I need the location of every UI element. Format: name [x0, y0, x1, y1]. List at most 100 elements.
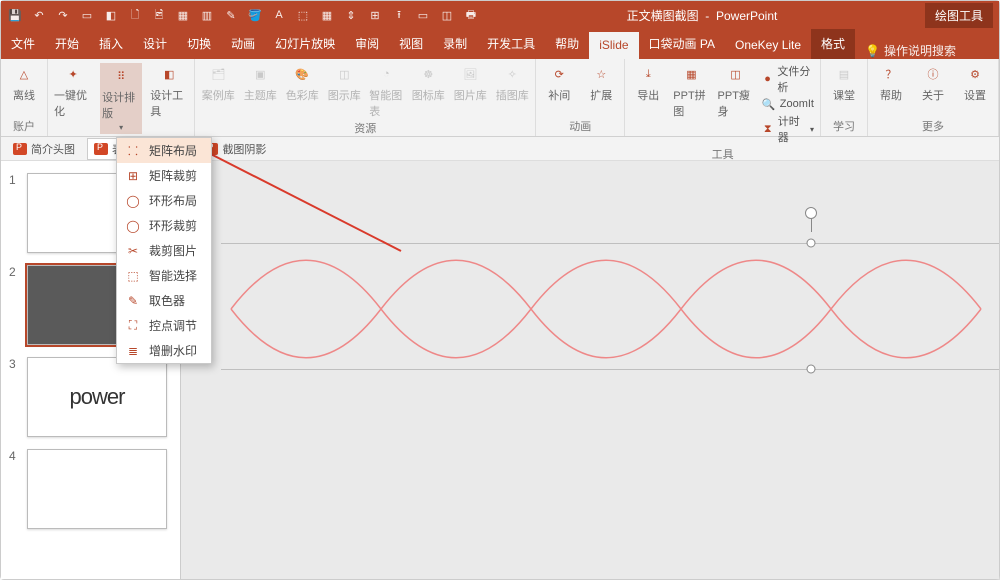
group-account: △离线 账户: [1, 59, 48, 136]
qat-icon[interactable]: ◫: [439, 9, 455, 22]
tab-design[interactable]: 设计: [133, 29, 177, 59]
tab-review[interactable]: 审阅: [345, 29, 389, 59]
btn-smart-chart[interactable]: ◔智能图表: [369, 63, 403, 119]
dd-ring-layout[interactable]: ◯环形布局: [117, 188, 211, 213]
dd-eyedropper[interactable]: ✎取色器: [117, 288, 211, 313]
btn-settings[interactable]: ⚙设置: [958, 63, 992, 103]
tab-animations[interactable]: 动画: [221, 29, 265, 59]
ribbon-tabs: 文件 开始 插入 设计 切换 动画 幻灯片放映 审阅 视图 录制 开发工具 帮助…: [1, 29, 999, 59]
btn-zoomit[interactable]: 🔍ZoomIt: [762, 97, 814, 111]
btn-optimize[interactable]: ✦一键优化: [54, 63, 92, 119]
btn-diagram-lib[interactable]: ◫图示库: [327, 63, 361, 103]
qat-icon[interactable]: ✎: [223, 9, 239, 22]
qat-icon[interactable]: ▦: [319, 9, 335, 22]
image-icon: 🖼: [459, 63, 481, 85]
slim-icon: ◫: [725, 63, 747, 85]
btn-design-layout[interactable]: ⠿设计排版▾: [100, 63, 142, 134]
tab-devtools[interactable]: 开发工具: [477, 29, 545, 59]
select-icon: ⬚: [125, 268, 141, 284]
ring-crop-icon: ◯: [125, 218, 141, 234]
tab-transitions[interactable]: 切换: [177, 29, 221, 59]
btn-export[interactable]: ⤓导出: [631, 63, 665, 103]
qat-icon[interactable]: ▥: [199, 9, 215, 22]
slide-canvas[interactable]: [181, 161, 999, 579]
dd-ring-crop[interactable]: ◯环形裁剪: [117, 213, 211, 238]
qat-icon[interactable]: A: [271, 9, 287, 21]
dd-smart-select[interactable]: ⬚智能选择: [117, 263, 211, 288]
dd-matrix-crop[interactable]: ⊞矩阵裁剪: [117, 163, 211, 188]
btn-color-lib[interactable]: 🎨色彩库: [285, 63, 319, 103]
redo-icon[interactable]: ↷: [55, 9, 71, 22]
btn-tween[interactable]: ⟳补间: [542, 63, 576, 103]
hourglass-icon: ⧗: [762, 122, 774, 136]
group-anim: ⟳补间 ☆扩展 动画: [536, 59, 625, 136]
tween-icon: ⟳: [548, 63, 570, 85]
undo-icon[interactable]: ↶: [31, 9, 47, 22]
qat-icon[interactable]: ▭: [79, 9, 95, 22]
btn-class[interactable]: ▤课堂: [827, 63, 861, 103]
vector-icon: ✧: [501, 63, 523, 85]
save-icon[interactable]: 💾: [7, 9, 23, 22]
group-design: ✦一键优化 ⠿设计排版▾ ◧设计工具 设计: [48, 59, 195, 136]
group-resources: 🗂案例库 ▣主题库 🎨色彩库 ◫图示库 ◔智能图表 ☸图标库 🖼图片库 ✧插图库…: [195, 59, 536, 136]
doc-tab-1[interactable]: 简介头图: [7, 139, 81, 159]
export-icon: ⤓: [637, 63, 659, 85]
btn-offline[interactable]: △离线: [7, 63, 41, 103]
btn-extend[interactable]: ☆扩展: [584, 63, 618, 103]
btn-timer[interactable]: ⧗计时器 ▾: [762, 113, 814, 145]
qat-icon[interactable]: ⬚: [295, 9, 311, 22]
thumb-4[interactable]: 4: [1, 443, 180, 535]
qat-icon[interactable]: ▭: [415, 9, 431, 22]
dd-watermark[interactable]: ≣增删水印: [117, 338, 211, 363]
btn-design-tools[interactable]: ◧设计工具: [150, 63, 188, 119]
qat-icon[interactable]: ▦: [175, 9, 191, 22]
btn-help[interactable]: ？帮助: [874, 63, 908, 103]
group-more: ？帮助 ⓘ关于 ⚙设置 更多: [868, 59, 999, 136]
btn-about[interactable]: ⓘ关于: [916, 63, 950, 103]
wand-icon: ✦: [62, 63, 84, 85]
btn-vector-lib[interactable]: ✧插图库: [495, 63, 529, 103]
btn-case-lib[interactable]: 🗂案例库: [201, 63, 235, 103]
tab-help[interactable]: 帮助: [545, 29, 589, 59]
dd-matrix-layout[interactable]: ⸬矩阵布局: [117, 138, 211, 163]
collage-icon: ▦: [680, 63, 702, 85]
qat-icon[interactable]: ⊞: [367, 9, 383, 22]
btn-theme-lib[interactable]: ▣主题库: [243, 63, 277, 103]
tab-onekey[interactable]: OneKey Lite: [725, 32, 811, 59]
tab-file[interactable]: 文件: [1, 29, 45, 59]
matrix-icon: ⸬: [125, 143, 141, 159]
tell-me[interactable]: 💡操作说明搜索: [865, 42, 956, 59]
dd-crop-image[interactable]: ✂裁剪图片: [117, 238, 211, 263]
tab-view[interactable]: 视图: [389, 29, 433, 59]
tab-islide[interactable]: iSlide: [589, 32, 638, 59]
eyedropper-icon: ✎: [125, 293, 141, 309]
info-icon: ⓘ: [922, 63, 944, 85]
btn-ppt-collage[interactable]: ▦PPT拼图: [673, 63, 709, 119]
btn-icon-lib[interactable]: ☸图标库: [411, 63, 445, 103]
qat-icon[interactable]: ◧: [103, 9, 119, 22]
tab-format[interactable]: 格式: [811, 29, 855, 59]
btn-image-lib[interactable]: 🖼图片库: [453, 63, 487, 103]
qat-icon[interactable]: ⇕: [343, 9, 359, 22]
wave-shape[interactable]: [221, 209, 999, 409]
btn-ppt-slim[interactable]: ◫PPT瘦身: [718, 63, 754, 119]
btn-file-analyze[interactable]: ●文件分析: [762, 63, 814, 95]
tab-pocket-anim[interactable]: 口袋动画 PA: [639, 29, 725, 59]
tab-slideshow[interactable]: 幻灯片放映: [265, 29, 345, 59]
tab-home[interactable]: 开始: [45, 29, 89, 59]
slide-preview: power: [27, 357, 167, 437]
slide-preview: [27, 449, 167, 529]
dd-handle-adjust[interactable]: ⛶控点调节: [117, 313, 211, 338]
tab-record[interactable]: 录制: [433, 29, 477, 59]
thumb-3[interactable]: 3power: [1, 351, 180, 443]
tab-insert[interactable]: 插入: [89, 29, 133, 59]
qat-icon[interactable]: 🖶: [463, 6, 479, 25]
qat-icon[interactable]: 🖻: [151, 6, 167, 25]
qat-icon[interactable]: 🗋: [127, 6, 143, 25]
matrix-crop-icon: ⊞: [125, 168, 141, 184]
qat-icon[interactable]: 🪣: [247, 9, 263, 22]
ribbon: △离线 账户 ✦一键优化 ⠿设计排版▾ ◧设计工具 设计 🗂案例库 ▣主题库 🎨…: [1, 59, 999, 137]
qat-icon[interactable]: ⭱: [391, 6, 407, 25]
tools-sublist: ●文件分析 🔍ZoomIt ⧗计时器 ▾: [762, 63, 814, 145]
theme-icon: ▣: [249, 63, 271, 85]
